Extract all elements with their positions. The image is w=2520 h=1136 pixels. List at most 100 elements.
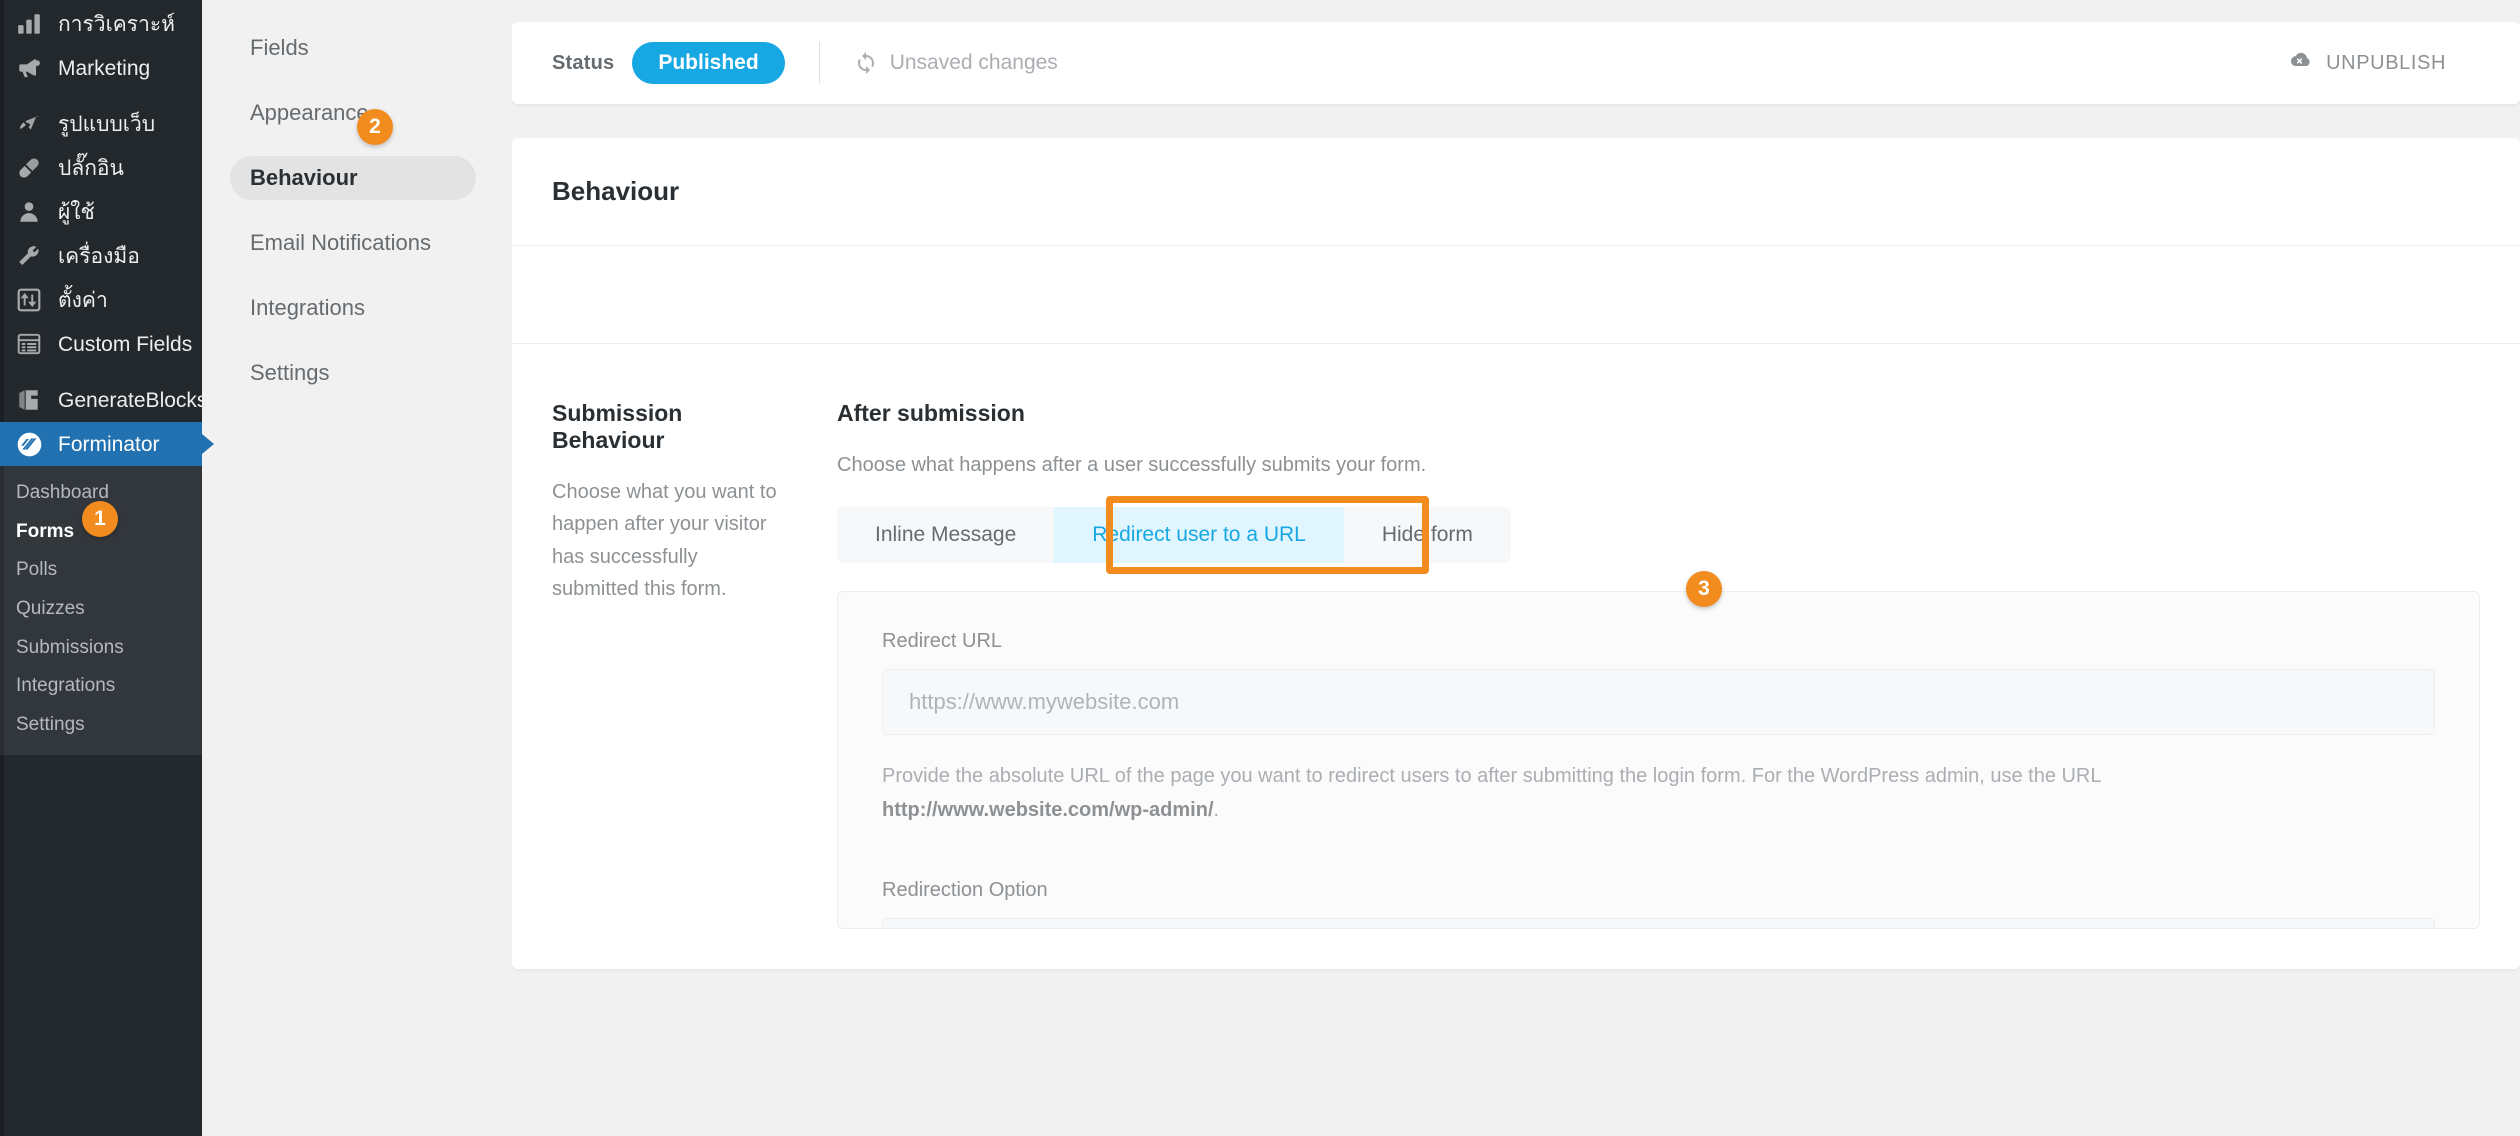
sidebar-item-label: รูปแบบเว็บ bbox=[58, 114, 155, 135]
sidebar-item-fields[interactable]: Fields bbox=[230, 26, 476, 70]
sidebar-item-settings[interactable]: Settings bbox=[230, 351, 476, 395]
redirection-option-label: Redirection Option bbox=[882, 879, 2435, 902]
sidebar-item-custom-fields[interactable]: Custom Fields bbox=[0, 322, 202, 366]
nav-item-label: Email Notifications bbox=[250, 230, 431, 256]
sidebar-item-users[interactable]: ผู้ใช้ bbox=[0, 190, 202, 234]
after-submission-description: Choose what happens after a user success… bbox=[837, 449, 2480, 481]
submenu-item-submissions[interactable]: Submissions bbox=[0, 629, 202, 668]
status-label: Status bbox=[552, 52, 614, 75]
nav-item-label: Integrations bbox=[250, 295, 365, 321]
after-submission-tabs: Inline Message Redirect user to a URL Hi… bbox=[837, 507, 1511, 563]
submenu-item-label: Dashboard bbox=[16, 482, 109, 503]
tab-label: Inline Message bbox=[875, 523, 1016, 547]
nav-item-label: Settings bbox=[250, 360, 330, 386]
status-badge[interactable]: Published bbox=[632, 42, 784, 84]
submenu-item-label: Quizzes bbox=[16, 598, 85, 619]
divider bbox=[819, 42, 820, 84]
tab-inline-message[interactable]: Inline Message bbox=[837, 507, 1054, 563]
unsaved-changes-label: Unsaved changes bbox=[890, 51, 1058, 75]
callout-badge-2: 2 bbox=[357, 109, 393, 145]
custom-fields-icon bbox=[16, 331, 48, 357]
users-icon bbox=[16, 199, 48, 225]
redirect-url-input[interactable] bbox=[882, 669, 2435, 735]
settings-sliders-icon bbox=[16, 287, 48, 313]
status-bar: Status Published Unsaved changes UNPUBLI… bbox=[512, 22, 2520, 104]
behaviour-card: Behaviour Submission Behaviour Choose wh… bbox=[512, 138, 2520, 969]
submission-behaviour-section: Submission Behaviour Choose what you wan… bbox=[512, 344, 2520, 969]
sidebar-item-analytics[interactable]: การวิเคราะห์ bbox=[0, 2, 202, 46]
main-content: Status Published Unsaved changes UNPUBLI… bbox=[512, 0, 2520, 1136]
analytics-icon bbox=[16, 11, 48, 37]
submenu-item-polls[interactable]: Polls bbox=[0, 551, 202, 590]
tab-label: Redirect user to a URL bbox=[1092, 523, 1306, 547]
page-title: Behaviour bbox=[552, 176, 679, 207]
callout-badge-3-label: 3 bbox=[1698, 577, 1710, 601]
redirection-option-select[interactable] bbox=[882, 918, 2435, 928]
sidebar-item-generateblocks[interactable]: GenerateBlocks bbox=[0, 378, 202, 422]
nav-item-label: Appearance bbox=[250, 100, 369, 126]
submission-behaviour-info: Submission Behaviour Choose what you wan… bbox=[552, 400, 837, 929]
submenu-item-quizzes[interactable]: Quizzes bbox=[0, 590, 202, 629]
sidebar-item-label: เครื่องมือ bbox=[58, 246, 140, 267]
sidebar-item-label: GenerateBlocks bbox=[58, 390, 207, 411]
redirect-url-panel: Redirect URL Provide the absolute URL of… bbox=[837, 591, 2480, 929]
sidebar-item-label: ตั้งค่า bbox=[58, 290, 108, 311]
sidebar-item-label: การวิเคราะห์ bbox=[58, 14, 175, 35]
sidebar-item-label: Forminator bbox=[58, 434, 160, 455]
help-text-part1: Provide the absolute URL of the page you… bbox=[882, 765, 2101, 787]
sync-refresh-icon bbox=[854, 51, 878, 75]
forminator-icon bbox=[16, 431, 48, 458]
tab-redirect-user-to-a-url[interactable]: Redirect user to a URL bbox=[1054, 507, 1344, 563]
help-text-url: http://www.website.com/wp-admin/ bbox=[882, 799, 1214, 821]
unpublish-label: UNPUBLISH bbox=[2326, 52, 2446, 75]
sidebar-item-forminator[interactable]: Forminator bbox=[0, 422, 202, 466]
sidebar-item-appearance[interactable]: รูปแบบเว็บ bbox=[0, 102, 202, 146]
generateblocks-icon bbox=[16, 387, 48, 413]
card-header: Behaviour bbox=[512, 138, 2520, 246]
sidebar-item-label: Marketing bbox=[58, 58, 150, 79]
sidebar-item-plugins[interactable]: ปลั๊กอิน bbox=[0, 146, 202, 190]
unsaved-changes-indicator: Unsaved changes bbox=[854, 51, 1058, 75]
sidebar-item-label: ปลั๊กอิน bbox=[58, 158, 124, 179]
callout-badge-1-label: 1 bbox=[94, 507, 106, 531]
sidebar-item-email-notifications[interactable]: Email Notifications bbox=[230, 221, 476, 265]
callout-badge-2-label: 2 bbox=[369, 115, 381, 139]
card-spacer-row bbox=[512, 246, 2520, 344]
submenu-item-label: Integrations bbox=[16, 675, 115, 696]
form-settings-nav: Fields Appearance Behaviour Email Notifi… bbox=[202, 0, 512, 1136]
submenu-item-label: Settings bbox=[16, 714, 85, 735]
cloud-remove-icon bbox=[2288, 48, 2312, 78]
megaphone-icon bbox=[16, 55, 48, 81]
nav-item-label: Behaviour bbox=[250, 165, 358, 191]
submission-behaviour-description: Choose what you want to happen after you… bbox=[552, 476, 787, 606]
callout-badge-1: 1 bbox=[82, 501, 118, 537]
callout-badge-3: 3 bbox=[1686, 571, 1722, 607]
submenu-item-label: Polls bbox=[16, 559, 57, 580]
redirect-url-help: Provide the absolute URL of the page you… bbox=[882, 759, 2182, 827]
screen-root: การวิเคราะห์ Marketing รูปแบบเว็บ ปลั๊กอ… bbox=[0, 0, 2520, 1136]
sidebar-item-tools[interactable]: เครื่องมือ bbox=[0, 234, 202, 278]
submenu-item-integrations[interactable]: Integrations bbox=[0, 667, 202, 706]
help-text-part2: . bbox=[1214, 799, 1220, 821]
tools-wrench-icon bbox=[16, 243, 48, 269]
sidebar-item-integrations[interactable]: Integrations bbox=[230, 286, 476, 330]
tab-hide-form[interactable]: Hide form bbox=[1344, 507, 1511, 563]
submenu-item-label: Forms bbox=[16, 521, 74, 542]
wp-admin-sidebar: การวิเคราะห์ Marketing รูปแบบเว็บ ปลั๊กอ… bbox=[0, 0, 202, 1136]
sidebar-item-appearance[interactable]: Appearance bbox=[230, 91, 476, 135]
unpublish-button[interactable]: UNPUBLISH bbox=[2288, 48, 2480, 78]
plugin-icon bbox=[16, 155, 48, 181]
submenu-item-settings[interactable]: Settings bbox=[0, 706, 202, 745]
after-submission-block: After submission Choose what happens aft… bbox=[837, 400, 2480, 929]
sidebar-item-label: Custom Fields bbox=[58, 334, 192, 355]
after-submission-title: After submission bbox=[837, 400, 2480, 427]
sidebar-item-marketing[interactable]: Marketing bbox=[0, 46, 202, 90]
sidebar-item-behaviour[interactable]: Behaviour bbox=[230, 156, 476, 200]
sidebar-item-settings[interactable]: ตั้งค่า bbox=[0, 278, 202, 322]
tab-label: Hide form bbox=[1382, 523, 1473, 547]
nav-item-label: Fields bbox=[250, 35, 309, 61]
appearance-brush-icon bbox=[16, 111, 48, 137]
redirect-url-label: Redirect URL bbox=[882, 630, 2435, 653]
submenu-item-label: Submissions bbox=[16, 637, 124, 658]
submission-behaviour-title: Submission Behaviour bbox=[552, 400, 787, 454]
